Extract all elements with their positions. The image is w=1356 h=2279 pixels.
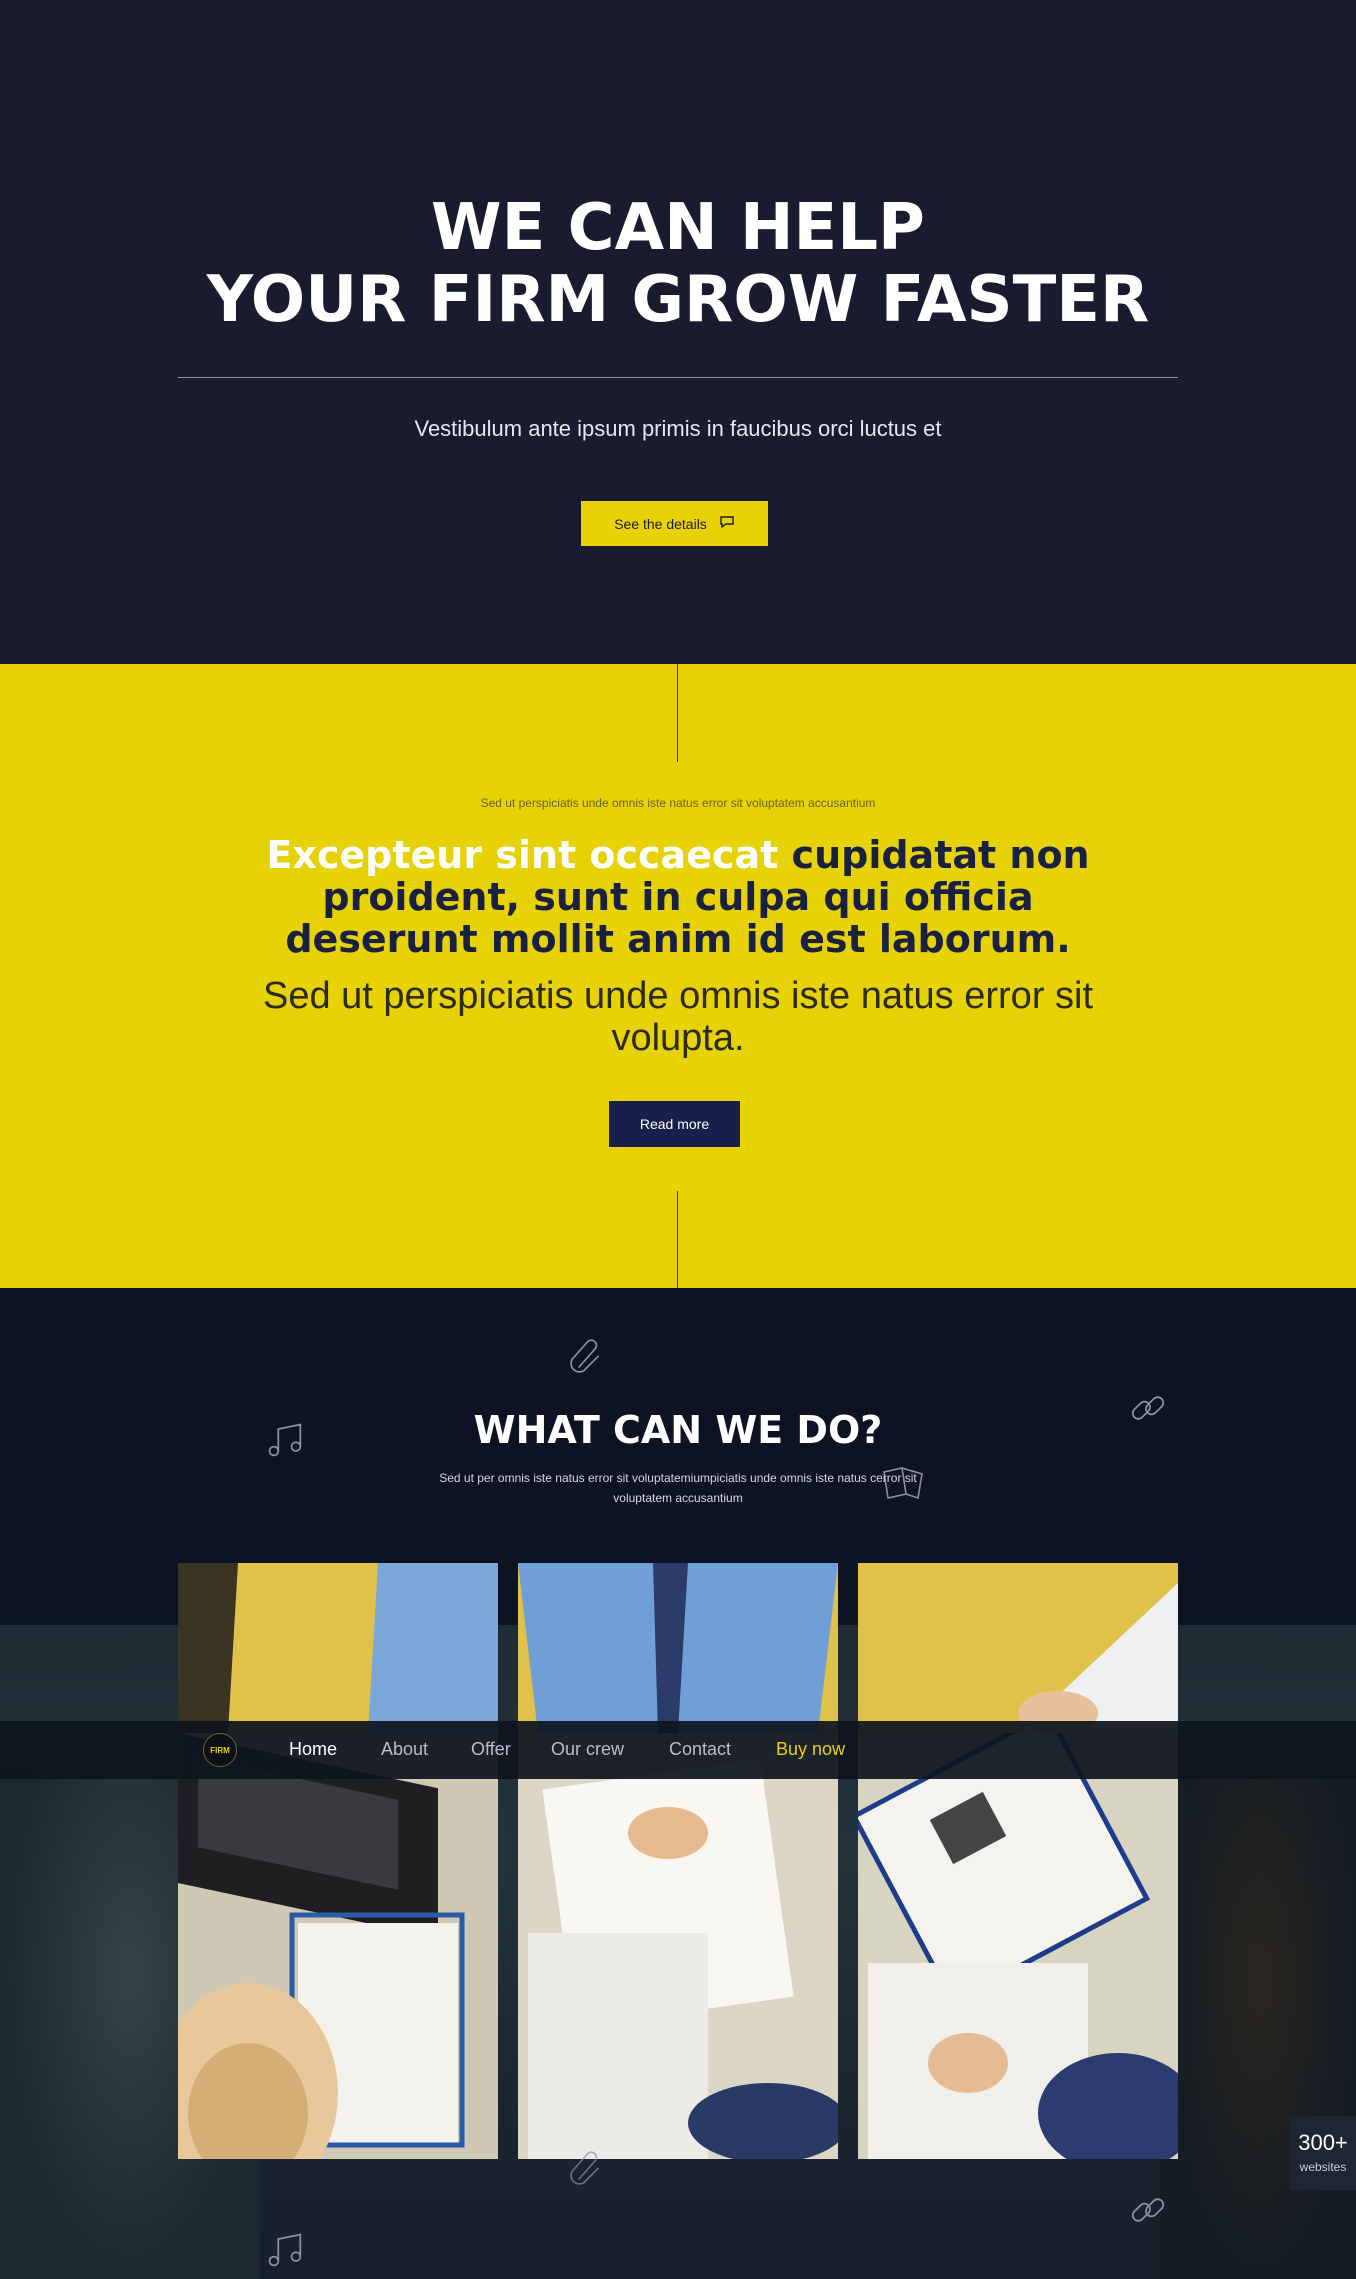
highlight-section: Sed ut perspiciatis unde omnis iste natu… <box>0 664 1356 1288</box>
services-section: WHAT CAN WE DO? Sed ut per omnis iste na… <box>0 1288 1356 2279</box>
nav-item-buy-now[interactable]: Buy now <box>776 1739 845 1760</box>
highlight-kicker: Sed ut perspiciatis unde omnis iste natu… <box>480 796 876 810</box>
badge-count: 300+ <box>1298 2130 1348 2155</box>
card-photo-bottom <box>178 1733 498 2159</box>
main-navigation: FIRM Home About Offer Our crew Contact B… <box>0 1721 1356 1779</box>
highlight-heading: Excepteur sint occaecat cupidatat non pr… <box>228 834 1128 960</box>
nav-item-our-crew[interactable]: Our crew <box>551 1739 624 1760</box>
card-photo-bottom <box>518 1733 838 2159</box>
service-card-2[interactable] <box>518 1563 838 2159</box>
nav-item-home[interactable]: Home <box>289 1739 337 1760</box>
vertical-line-bottom <box>677 1191 678 1288</box>
hero-title-line2: YOUR FIRM GROW FASTER <box>206 263 1150 337</box>
hero-subtitle: Vestibulum ante ipsum primis in faucibus… <box>414 416 942 441</box>
services-title: WHAT CAN WE DO? <box>473 1408 883 1452</box>
see-details-button[interactable]: See the details <box>581 501 768 546</box>
badge-label: websites <box>1299 2160 1347 2174</box>
services-subtitle: Sed ut per omnis iste natus error sit vo… <box>439 1471 917 1505</box>
nav-item-about[interactable]: About <box>381 1739 428 1760</box>
paperclip-icon-2 <box>566 2148 608 2190</box>
hero-title-line1: WE CAN HELP <box>431 191 925 265</box>
hero-section: WE CAN HELP YOUR FIRM GROW FASTER Vestib… <box>0 0 1356 664</box>
service-card-3[interactable] <box>858 1563 1178 2159</box>
highlight-light-text: Sed ut perspiciatis unde omnis iste natu… <box>262 975 1094 1059</box>
nav-item-contact[interactable]: Contact <box>669 1739 731 1760</box>
highlight-heading-white: Excepteur sint occaecat <box>266 833 779 877</box>
read-more-button[interactable]: Read more <box>609 1101 740 1147</box>
card-photo-top <box>178 1563 498 1733</box>
card-photo-top <box>518 1563 838 1733</box>
card-photo-top <box>858 1563 1178 1735</box>
see-details-label: See the details <box>614 515 707 532</box>
firm-logo[interactable]: FIRM <box>203 1733 237 1767</box>
service-card-1[interactable] <box>178 1563 498 2159</box>
hero-divider <box>178 377 1178 378</box>
link-icon-2 <box>1126 2188 1170 2232</box>
hero-title: WE CAN HELP YOUR FIRM GROW FASTER <box>0 192 1356 336</box>
music-icon-2 <box>264 2228 308 2272</box>
card-photo-bottom <box>858 1709 1178 2159</box>
websites-count-badge[interactable]: 300+ websites <box>1290 2116 1356 2190</box>
nav-item-offer[interactable]: Offer <box>471 1739 511 1760</box>
vertical-line-top <box>677 664 678 762</box>
paperclip-icon <box>566 1336 608 1378</box>
chat-bubble-icon <box>719 515 735 532</box>
